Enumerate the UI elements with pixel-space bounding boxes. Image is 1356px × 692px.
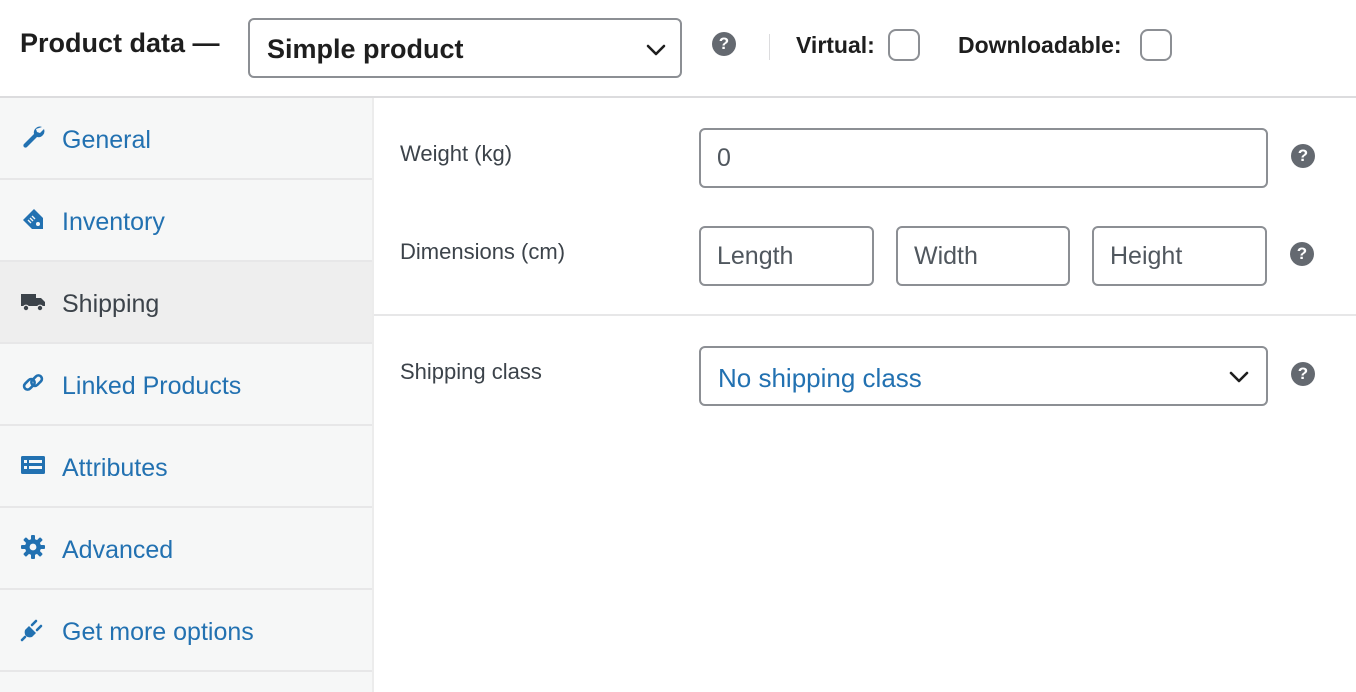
downloadable-checkbox[interactable] — [1140, 29, 1172, 61]
tab-advanced-label: Advanced — [62, 536, 174, 564]
weight-label: Weight (kg) — [400, 141, 513, 166]
product-data-tabs: General Inventory Shipping Linked Produc… — [0, 98, 374, 692]
section-divider — [374, 314, 1356, 316]
chevron-down-icon — [646, 44, 666, 56]
question-circle-icon[interactable]: ? — [1290, 242, 1314, 266]
question-circle-icon[interactable]: ? — [1291, 144, 1315, 168]
weight-input[interactable] — [699, 128, 1268, 188]
shipping-class-select[interactable]: No shipping class — [699, 346, 1268, 406]
tab-linked-products[interactable]: Linked Products — [0, 344, 372, 426]
tag-icon — [23, 209, 43, 229]
question-circle-icon[interactable]: ? — [1291, 362, 1315, 386]
tab-get-more-options[interactable]: Get more options — [0, 590, 372, 672]
product-type-select[interactable]: Simple product — [248, 18, 682, 78]
list-icon — [21, 456, 45, 474]
tab-linked-products-label: Linked Products — [62, 372, 242, 400]
tab-inventory-label: Inventory — [62, 208, 165, 236]
shipping-class-label: Shipping class — [400, 359, 542, 384]
length-input[interactable] — [699, 226, 874, 286]
header-separator — [769, 34, 770, 60]
gear-icon — [21, 535, 45, 559]
tab-shipping-label: Shipping — [62, 290, 160, 318]
shipping-panel: Weight (kg) ? Dimensions (cm) ? Shipping… — [374, 98, 1356, 692]
product-data-header: Product data — Simple product ? Virtual:… — [0, 0, 1356, 98]
tab-attributes-label: Attributes — [62, 454, 168, 482]
virtual-checkbox[interactable] — [888, 29, 920, 61]
plugin-icon — [20, 619, 43, 642]
tab-attributes[interactable]: Attributes — [0, 426, 372, 508]
width-input[interactable] — [896, 226, 1070, 286]
wrench-icon — [23, 126, 45, 148]
height-input[interactable] — [1092, 226, 1267, 286]
tab-general-label: General — [62, 126, 151, 154]
link-icon — [22, 374, 44, 391]
tab-advanced[interactable]: Advanced — [0, 508, 372, 590]
tab-inventory[interactable]: Inventory — [0, 180, 372, 262]
truck-icon — [21, 294, 45, 312]
downloadable-label: Downloadable: — [958, 32, 1122, 58]
shipping-class-value: No shipping class — [718, 363, 922, 393]
tab-shipping[interactable]: Shipping — [0, 262, 372, 344]
virtual-label: Virtual: — [796, 32, 875, 58]
tab-get-more-options-label: Get more options — [62, 618, 254, 646]
tab-general[interactable]: General — [0, 98, 372, 180]
product-type-value: Simple product — [267, 34, 464, 64]
chevron-down-icon — [1229, 371, 1249, 383]
product-data-title: Product data — — [20, 28, 220, 58]
dimensions-label: Dimensions (cm) — [400, 239, 566, 264]
question-circle-icon[interactable]: ? — [712, 32, 736, 56]
